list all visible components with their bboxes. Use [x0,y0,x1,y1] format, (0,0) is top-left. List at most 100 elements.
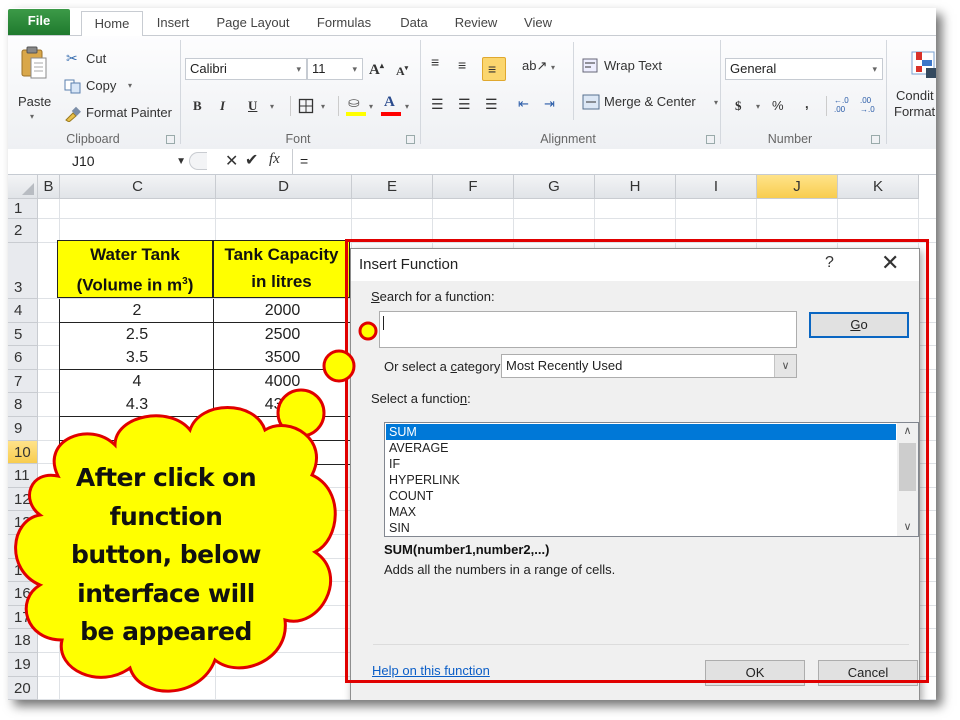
copy-dropdown-icon[interactable]: ▾ [128,81,132,90]
row-header-12[interactable]: 12 [8,487,38,512]
confirm-entry-icon[interactable]: ✔ [245,150,258,170]
row-header-18[interactable]: 18 [8,629,38,653]
column-header-b[interactable]: B [38,175,60,199]
row-header-11[interactable]: 11 [8,464,38,488]
font-size-select[interactable]: 11 ▾ [307,58,363,80]
column-header-k[interactable]: K [838,175,919,199]
go-button[interactable]: Go [809,312,909,338]
font-dialog-launcher-icon[interactable] [406,135,415,144]
row-header-14[interactable]: 14 [8,535,38,559]
merge-center-button[interactable]: Merge & Center ▾ [580,92,720,114]
scroll-down-icon[interactable]: ∨ [897,519,918,536]
fill-color-dropdown-icon[interactable]: ▾ [369,102,373,111]
orientation-icon[interactable]: ab↗ ▾ [522,58,555,74]
column-header-h[interactable]: H [595,175,676,199]
tab-home[interactable]: Home [81,11,143,37]
font-color-dropdown-icon[interactable]: ▾ [405,102,409,111]
row-header-19[interactable]: 19 [8,653,38,677]
wrap-text-button[interactable]: Wrap Text [580,56,690,78]
row-header-2[interactable]: 2 [8,219,38,243]
increase-decimal-button[interactable]: ←.0.00 [834,96,849,114]
row-header-13[interactable]: 13 [8,511,38,535]
clipboard-dialog-launcher-icon[interactable] [166,135,175,144]
table-cell-capacity[interactable]: 2500 [213,322,352,347]
align-bottom-button[interactable]: ≡ [482,57,506,81]
tab-formulas[interactable]: Formulas [308,11,380,36]
tab-view[interactable]: View [516,11,560,36]
search-function-input[interactable] [379,311,797,348]
function-list-item[interactable]: SUM [386,424,896,440]
row-header-8[interactable]: 8 [8,393,38,417]
scroll-up-icon[interactable]: ∧ [897,423,918,440]
number-format-select[interactable]: General ▾ [725,58,883,80]
row-header-15[interactable]: 15 [8,558,38,583]
copy-button[interactable]: Copy ▾ [64,77,144,97]
row-header-20[interactable]: 20 [8,676,38,700]
name-box-dropdown-icon[interactable]: ▼ [176,151,186,172]
align-center-icon[interactable]: ☰ [458,96,471,113]
category-select[interactable]: Most Recently Used ∨ [501,354,797,378]
table-cell-volume[interactable]: 4.3 [59,393,215,418]
function-list[interactable]: SIN MAX COUNT HYPERLINK IF AVERAGE SUM ∧ ∨ [384,422,919,537]
formula-bar-expander[interactable] [189,152,207,170]
list-scrollbar[interactable]: ∧ ∨ [897,423,918,536]
function-list-item[interactable]: IF [386,456,896,472]
row-header-7[interactable]: 7 [8,369,38,394]
currency-dropdown-icon[interactable]: ▾ [756,102,760,111]
close-icon[interactable]: ✕ [881,251,899,275]
tab-insert[interactable]: Insert [148,11,198,36]
function-list-item[interactable]: AVERAGE [386,440,896,456]
paste-button[interactable]: Paste ▾ [12,42,56,121]
borders-icon[interactable] [298,98,314,114]
column-header-i[interactable]: I [676,175,757,199]
tab-page-layout[interactable]: Page Layout [208,11,298,36]
column-header-e[interactable]: E [352,175,433,199]
borders-dropdown-icon[interactable]: ▾ [321,102,325,111]
conditional-formatting-button[interactable]: Condit Format [892,50,936,130]
table-cell-capacity[interactable]: 4300 [213,393,352,418]
table-cell-volume[interactable]: 5 [59,417,215,441]
table-cell-volume[interactable]: 2 [59,299,215,323]
tab-file[interactable]: File [8,9,70,35]
paste-dropdown-icon[interactable]: ▾ [30,112,34,121]
currency-button[interactable]: $ [735,98,742,114]
select-all-corner[interactable] [8,175,38,199]
chevron-down-icon[interactable]: ∨ [774,355,796,377]
scroll-thumb[interactable] [899,443,916,491]
table-cell-capacity[interactable] [213,417,352,441]
cancel-button[interactable]: Cancel [818,660,918,686]
italic-button[interactable]: I [220,98,225,114]
function-list-item[interactable]: COUNT [386,488,896,504]
align-middle-icon[interactable]: ≡ [458,57,466,73]
percent-button[interactable]: % [772,98,784,113]
table-cell-volume[interactable]: 4 [59,369,215,394]
column-header-c[interactable]: C [60,175,216,199]
align-top-icon[interactable]: ≡ [431,54,439,70]
number-dialog-launcher-icon[interactable] [871,135,880,144]
decrease-decimal-button[interactable]: .00 →.0 [860,96,875,114]
column-header-f[interactable]: F [433,175,514,199]
comma-button[interactable]: , [805,96,809,111]
dialog-title-bar[interactable]: Insert Function ? ✕ [351,249,919,281]
row-header-17[interactable]: 17 [8,605,38,630]
formula-input[interactable]: = [300,151,308,172]
bold-button[interactable]: B [193,98,202,114]
font-color-button[interactable]: A [380,94,402,118]
font-name-select[interactable]: Calibri ▾ [185,58,307,80]
table-cell-capacity[interactable]: 4000 [213,369,352,394]
column-header-d[interactable]: D [216,175,352,199]
fill-color-button[interactable]: ⛀ [345,94,367,118]
function-list-item[interactable]: MAX [386,504,896,520]
insert-function-icon[interactable]: fx [269,151,280,168]
table-cell-capacity[interactable]: 3500 [213,346,352,371]
row-header-10[interactable]: 10 [8,440,38,465]
cut-button[interactable]: ✂ Cut [64,50,124,70]
table-cell-capacity[interactable]: 2000 [213,299,352,323]
row-header-3[interactable]: 3 [8,243,38,299]
row-header-16[interactable]: 16 [8,582,38,606]
row-header-6[interactable]: 6 [8,346,38,370]
alignment-dialog-launcher-icon[interactable] [706,135,715,144]
column-header-g[interactable]: G [514,175,595,199]
help-button[interactable]: ? [825,254,834,272]
decrease-indent-icon[interactable]: ⇤ [518,96,529,112]
